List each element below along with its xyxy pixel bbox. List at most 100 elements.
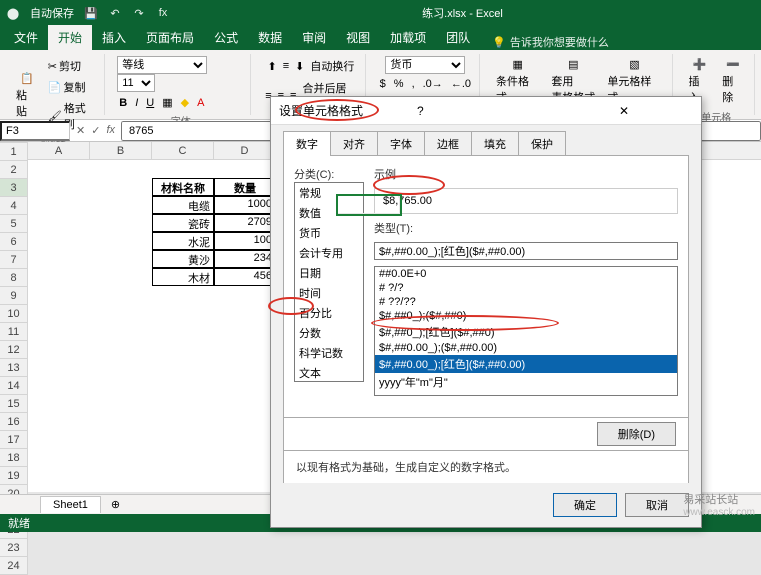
add-sheet-button[interactable]: ⊕ [103,496,128,513]
col-header[interactable]: A [28,142,90,159]
category-item[interactable]: 科学记数 [295,343,363,363]
font-color-button[interactable]: A [195,94,206,111]
align-bot[interactable]: ⬇ [293,56,306,76]
cell[interactable]: 木材 [152,268,214,286]
type-input[interactable] [374,242,678,260]
fx-icon[interactable]: fx [156,6,170,20]
tab-view[interactable]: 视图 [336,25,380,50]
cell[interactable]: 瓷砖 [152,214,214,232]
cell[interactable]: 100 [214,232,276,250]
row-header[interactable]: 23 [0,539,27,557]
row-header[interactable]: 9 [0,287,27,305]
type-item[interactable]: # ??/?? [375,295,677,309]
type-item[interactable]: $#,##0.00_);($#,##0.00) [375,341,677,355]
cut-button[interactable]: ✂剪切 [46,56,98,76]
underline-button[interactable]: U [144,94,156,111]
inc-decimal[interactable]: .0→ [421,76,445,92]
tab-formulas[interactable]: 公式 [204,25,248,50]
bold-button[interactable]: B [117,94,129,111]
row-header[interactable]: 16 [0,413,27,431]
fill-color-button[interactable]: ◆ [179,94,191,111]
type-item[interactable]: yyyy"年"m"月" [375,373,677,391]
align-mid[interactable]: ≡ [281,56,291,76]
tab-file[interactable]: 文件 [4,25,48,50]
row-header[interactable]: 3 [0,179,27,197]
category-item[interactable]: 时间 [295,283,363,303]
dlg-tab-font[interactable]: 字体 [377,131,425,156]
tab-team[interactable]: 团队 [436,25,480,50]
tell-me[interactable]: 💡告诉我你想要做什么 [492,34,609,50]
sheet-tab[interactable]: Sheet1 [40,496,101,513]
row-header[interactable]: 17 [0,431,27,449]
cell[interactable]: 数量 [214,178,276,196]
percent-button[interactable]: % [392,76,406,92]
cell[interactable]: 234 [214,250,276,268]
paste-button[interactable]: 📋粘贴 [12,70,42,121]
type-item[interactable]: m"月"d"日" [375,391,677,396]
dlg-tab-fill[interactable]: 填充 [471,131,519,156]
font-size-select[interactable]: 11 [117,74,155,92]
italic-button[interactable]: I [133,94,140,111]
row-header[interactable]: 11 [0,323,27,341]
number-format-select[interactable]: 货币 [385,56,465,74]
help-icon[interactable]: ? [417,104,555,118]
row-header[interactable]: 10 [0,305,27,323]
ok-button[interactable]: 确定 [553,493,617,517]
border-button[interactable]: ▦ [160,94,174,111]
cancel-fx-icon[interactable]: ✕ [76,124,85,137]
row-header[interactable]: 14 [0,377,27,395]
tab-review[interactable]: 审阅 [292,25,336,50]
row-header[interactable]: 19 [0,467,27,485]
category-item[interactable]: 百分比 [295,303,363,323]
row-header[interactable]: 7 [0,251,27,269]
delete-cells-button[interactable]: ➖删除 [718,56,748,107]
row-header[interactable]: 24 [0,557,27,575]
row-header[interactable]: 15 [0,395,27,413]
tab-addins[interactable]: 加载项 [380,25,436,50]
tab-home[interactable]: 开始 [48,25,92,50]
col-header[interactable]: D [214,142,276,159]
row-header[interactable]: 2 [0,161,27,179]
row-header[interactable]: 8 [0,269,27,287]
type-item[interactable]: ##0.0E+0 [375,267,677,281]
fx-button[interactable]: fx [106,124,115,137]
row-header[interactable]: 6 [0,233,27,251]
cell[interactable]: 材料名称 [152,178,214,196]
delete-format-button[interactable]: 删除(D) [597,422,676,446]
cell[interactable]: 2709 [214,214,276,232]
dlg-tab-border[interactable]: 边框 [424,131,472,156]
autosave-toggle[interactable]: ⬤ [6,6,20,20]
redo-icon[interactable]: ↷ [132,6,146,20]
category-item[interactable]: 文本 [295,363,363,382]
align-top[interactable]: ⬆ [265,56,278,76]
tab-layout[interactable]: 页面布局 [136,25,204,50]
cancel-button[interactable]: 取消 [625,493,689,517]
type-item[interactable]: $#,##0_);[红色]($#,##0) [375,323,677,341]
dlg-tab-number[interactable]: 数字 [283,131,331,156]
dlg-tab-align[interactable]: 对齐 [330,131,378,156]
dlg-tab-protect[interactable]: 保护 [518,131,566,156]
col-header[interactable]: B [90,142,152,159]
row-header[interactable]: 5 [0,215,27,233]
cell[interactable]: 电缆 [152,196,214,214]
category-item[interactable]: 分数 [295,323,363,343]
cell[interactable]: 水泥 [152,232,214,250]
type-item[interactable]: $#,##0.00_);[红色]($#,##0.00) [375,355,677,373]
cell[interactable]: 1000 [214,196,276,214]
save-icon[interactable]: 💾 [84,6,98,20]
tab-data[interactable]: 数据 [248,25,292,50]
comma-button[interactable]: , [410,76,417,92]
row-header[interactable]: 1 [0,143,27,161]
row-header[interactable]: 13 [0,359,27,377]
active-cell[interactable] [338,196,400,214]
enter-fx-icon[interactable]: ✓ [91,124,100,137]
name-box[interactable] [0,121,70,141]
font-name-select[interactable]: 等线 [117,56,207,74]
close-icon[interactable]: ✕ [555,104,693,118]
row-header[interactable]: 12 [0,341,27,359]
col-header[interactable]: C [152,142,214,159]
dec-decimal[interactable]: ←.0 [449,76,473,92]
category-item[interactable]: 日期 [295,263,363,283]
cell[interactable]: 456 [214,268,276,286]
undo-icon[interactable]: ↶ [108,6,122,20]
